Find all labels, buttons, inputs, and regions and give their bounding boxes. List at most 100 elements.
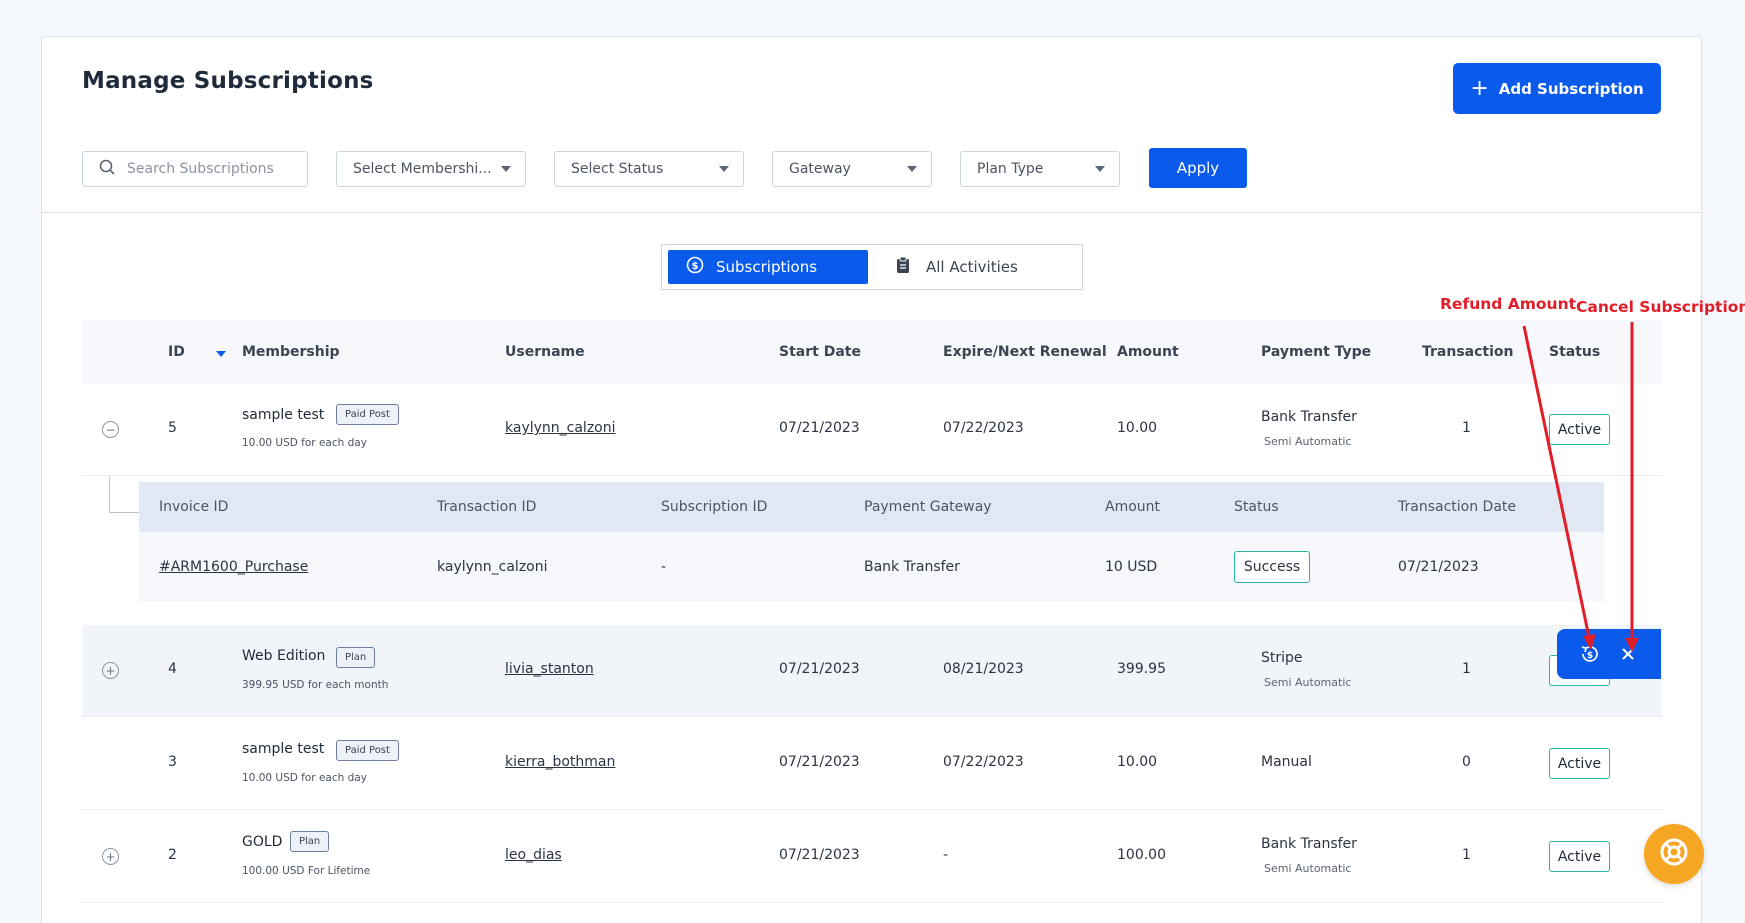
expand-icon[interactable]: +: [102, 848, 119, 865]
chevron-down-icon: [501, 166, 511, 172]
membership-price: 100.00 USD For Lifetime: [242, 865, 371, 877]
username-link[interactable]: kierra_bothman: [505, 754, 615, 770]
expand-icon[interactable]: +: [102, 662, 119, 679]
col-start-date: Start Date: [779, 344, 861, 360]
start-date: 07/21/2023: [779, 847, 860, 863]
sort-desc-icon[interactable]: [216, 351, 226, 357]
chevron-down-icon: [907, 166, 917, 172]
row-id: 4: [168, 661, 177, 677]
help-button[interactable]: [1644, 824, 1704, 884]
payment-type: Bank Transfer: [1261, 836, 1357, 852]
apply-button[interactable]: Apply: [1149, 148, 1247, 188]
sub-col-subscription-id: Subscription ID: [661, 499, 768, 515]
membership-type-badge: Paid Post: [336, 404, 399, 425]
membership-price: 10.00 USD for each day: [242, 437, 367, 449]
col-username: Username: [505, 344, 585, 360]
membership-name: GOLD: [242, 834, 283, 850]
status-badge: Active: [1549, 414, 1610, 445]
add-subscription-label: Add Subscription: [1498, 79, 1644, 98]
sub-col-transaction-id: Transaction ID: [437, 499, 537, 515]
payment-type: Stripe: [1261, 650, 1303, 666]
membership-name: sample test: [242, 407, 325, 423]
refund-icon[interactable]: $: [1577, 641, 1603, 667]
add-subscription-button[interactable]: + Add Subscription: [1453, 63, 1661, 114]
row-id: 5: [168, 420, 177, 436]
col-id[interactable]: ID: [168, 320, 185, 384]
table-row[interactable]: 3 sample test Paid Post 10.00 USD for ea…: [82, 718, 1662, 810]
membership-select-value: Select Membershi...: [353, 161, 492, 177]
transaction-count[interactable]: 1: [1462, 847, 1471, 863]
col-expire: Expire/Next Renewal: [943, 344, 1107, 360]
expire-date: 08/21/2023: [943, 661, 1024, 677]
membership-select[interactable]: Select Membershi...: [336, 151, 526, 187]
gateway-select-value: Gateway: [789, 161, 851, 177]
start-date: 07/21/2023: [779, 661, 860, 677]
status-badge: Active: [1549, 748, 1610, 779]
row-id: 3: [168, 754, 177, 770]
membership-price: 10.00 USD for each day: [242, 772, 367, 784]
status-select[interactable]: Select Status: [554, 151, 744, 187]
payment-type-sub: Semi Automatic: [1264, 435, 1352, 448]
plan-type-select[interactable]: Plan Type: [960, 151, 1120, 187]
payment-type-sub: Semi Automatic: [1264, 862, 1352, 875]
gateway-select[interactable]: Gateway: [772, 151, 932, 187]
tab-all-activities[interactable]: All Activities: [896, 250, 1018, 284]
amount: 399.95: [1117, 661, 1166, 677]
status-badge: Active: [1549, 841, 1610, 872]
payment-gateway: Bank Transfer: [864, 559, 960, 575]
transaction-count[interactable]: 1: [1462, 420, 1471, 436]
transaction-count[interactable]: 0: [1462, 754, 1471, 770]
svg-text:$: $: [1587, 651, 1593, 661]
lifebuoy-icon: [1659, 837, 1689, 871]
table-header: ID Membership Username Start Date Expire…: [82, 320, 1662, 384]
sub-col-date: Transaction Date: [1398, 499, 1517, 515]
table-row[interactable]: + 2 GOLD Plan 100.00 USD For Lifetime le…: [82, 811, 1662, 903]
payment-type: Bank Transfer: [1261, 409, 1357, 425]
refund-annotation: Refund Amount: [1440, 295, 1577, 313]
search-icon: [99, 159, 115, 179]
username-link[interactable]: leo_dias: [505, 847, 562, 863]
col-payment-type: Payment Type: [1261, 344, 1372, 360]
svg-text:$: $: [692, 261, 699, 272]
tab-all-activities-label: All Activities: [926, 258, 1018, 276]
payment-type-sub: Semi Automatic: [1264, 676, 1352, 689]
subscription-id: -: [661, 559, 667, 575]
collapse-icon[interactable]: −: [102, 421, 119, 438]
tab-subscriptions[interactable]: $ Subscriptions: [668, 250, 868, 284]
transactions-subtable: Invoice ID Transaction ID Subscription I…: [139, 482, 1604, 602]
search-placeholder: Search Subscriptions: [127, 161, 274, 177]
col-membership: Membership: [242, 344, 340, 360]
username-link[interactable]: livia_stanton: [505, 661, 594, 677]
header-divider: [42, 212, 1701, 213]
start-date: 07/21/2023: [779, 420, 860, 436]
transaction-amount: 10 USD: [1105, 559, 1158, 575]
username-link[interactable]: kaylynn_calzoni: [505, 420, 616, 436]
status-select-value: Select Status: [571, 161, 664, 177]
expire-date: 07/22/2023: [943, 420, 1024, 436]
plan-type-select-value: Plan Type: [977, 161, 1044, 177]
page-title: Manage Subscriptions: [82, 68, 374, 94]
table-row[interactable]: + 4 Web Edition Plan 399.95 USD for each…: [82, 625, 1662, 717]
search-input[interactable]: Search Subscriptions: [82, 151, 308, 187]
amount: 100.00: [1117, 847, 1166, 863]
membership-name: sample test: [242, 741, 325, 757]
amount: 10.00: [1117, 754, 1158, 770]
subtable-row: #ARM1600_Purchase kaylynn_calzoni - Bank…: [139, 532, 1604, 602]
plus-icon: +: [1470, 75, 1489, 101]
subtable-connector: [109, 477, 139, 513]
transaction-count[interactable]: 1: [1462, 661, 1471, 677]
table-row[interactable]: − 5 sample test Paid Post 10.00 USD for …: [82, 384, 1662, 476]
clipboard-icon: [896, 256, 910, 278]
close-icon[interactable]: [1615, 641, 1641, 667]
invoice-link[interactable]: #ARM1600_Purchase: [159, 532, 308, 602]
chevron-down-icon: [719, 166, 729, 172]
col-amount: Amount: [1117, 344, 1179, 360]
expire-date: -: [943, 847, 949, 863]
col-transaction: Transaction: [1422, 344, 1514, 360]
payment-type: Manual: [1261, 754, 1312, 770]
row-id: 2: [168, 847, 177, 863]
membership-type-badge: Plan: [290, 831, 330, 852]
subscription-cycle-icon: $: [686, 256, 704, 278]
membership-price: 399.95 USD for each month: [242, 679, 389, 691]
col-status: Status: [1549, 344, 1601, 360]
